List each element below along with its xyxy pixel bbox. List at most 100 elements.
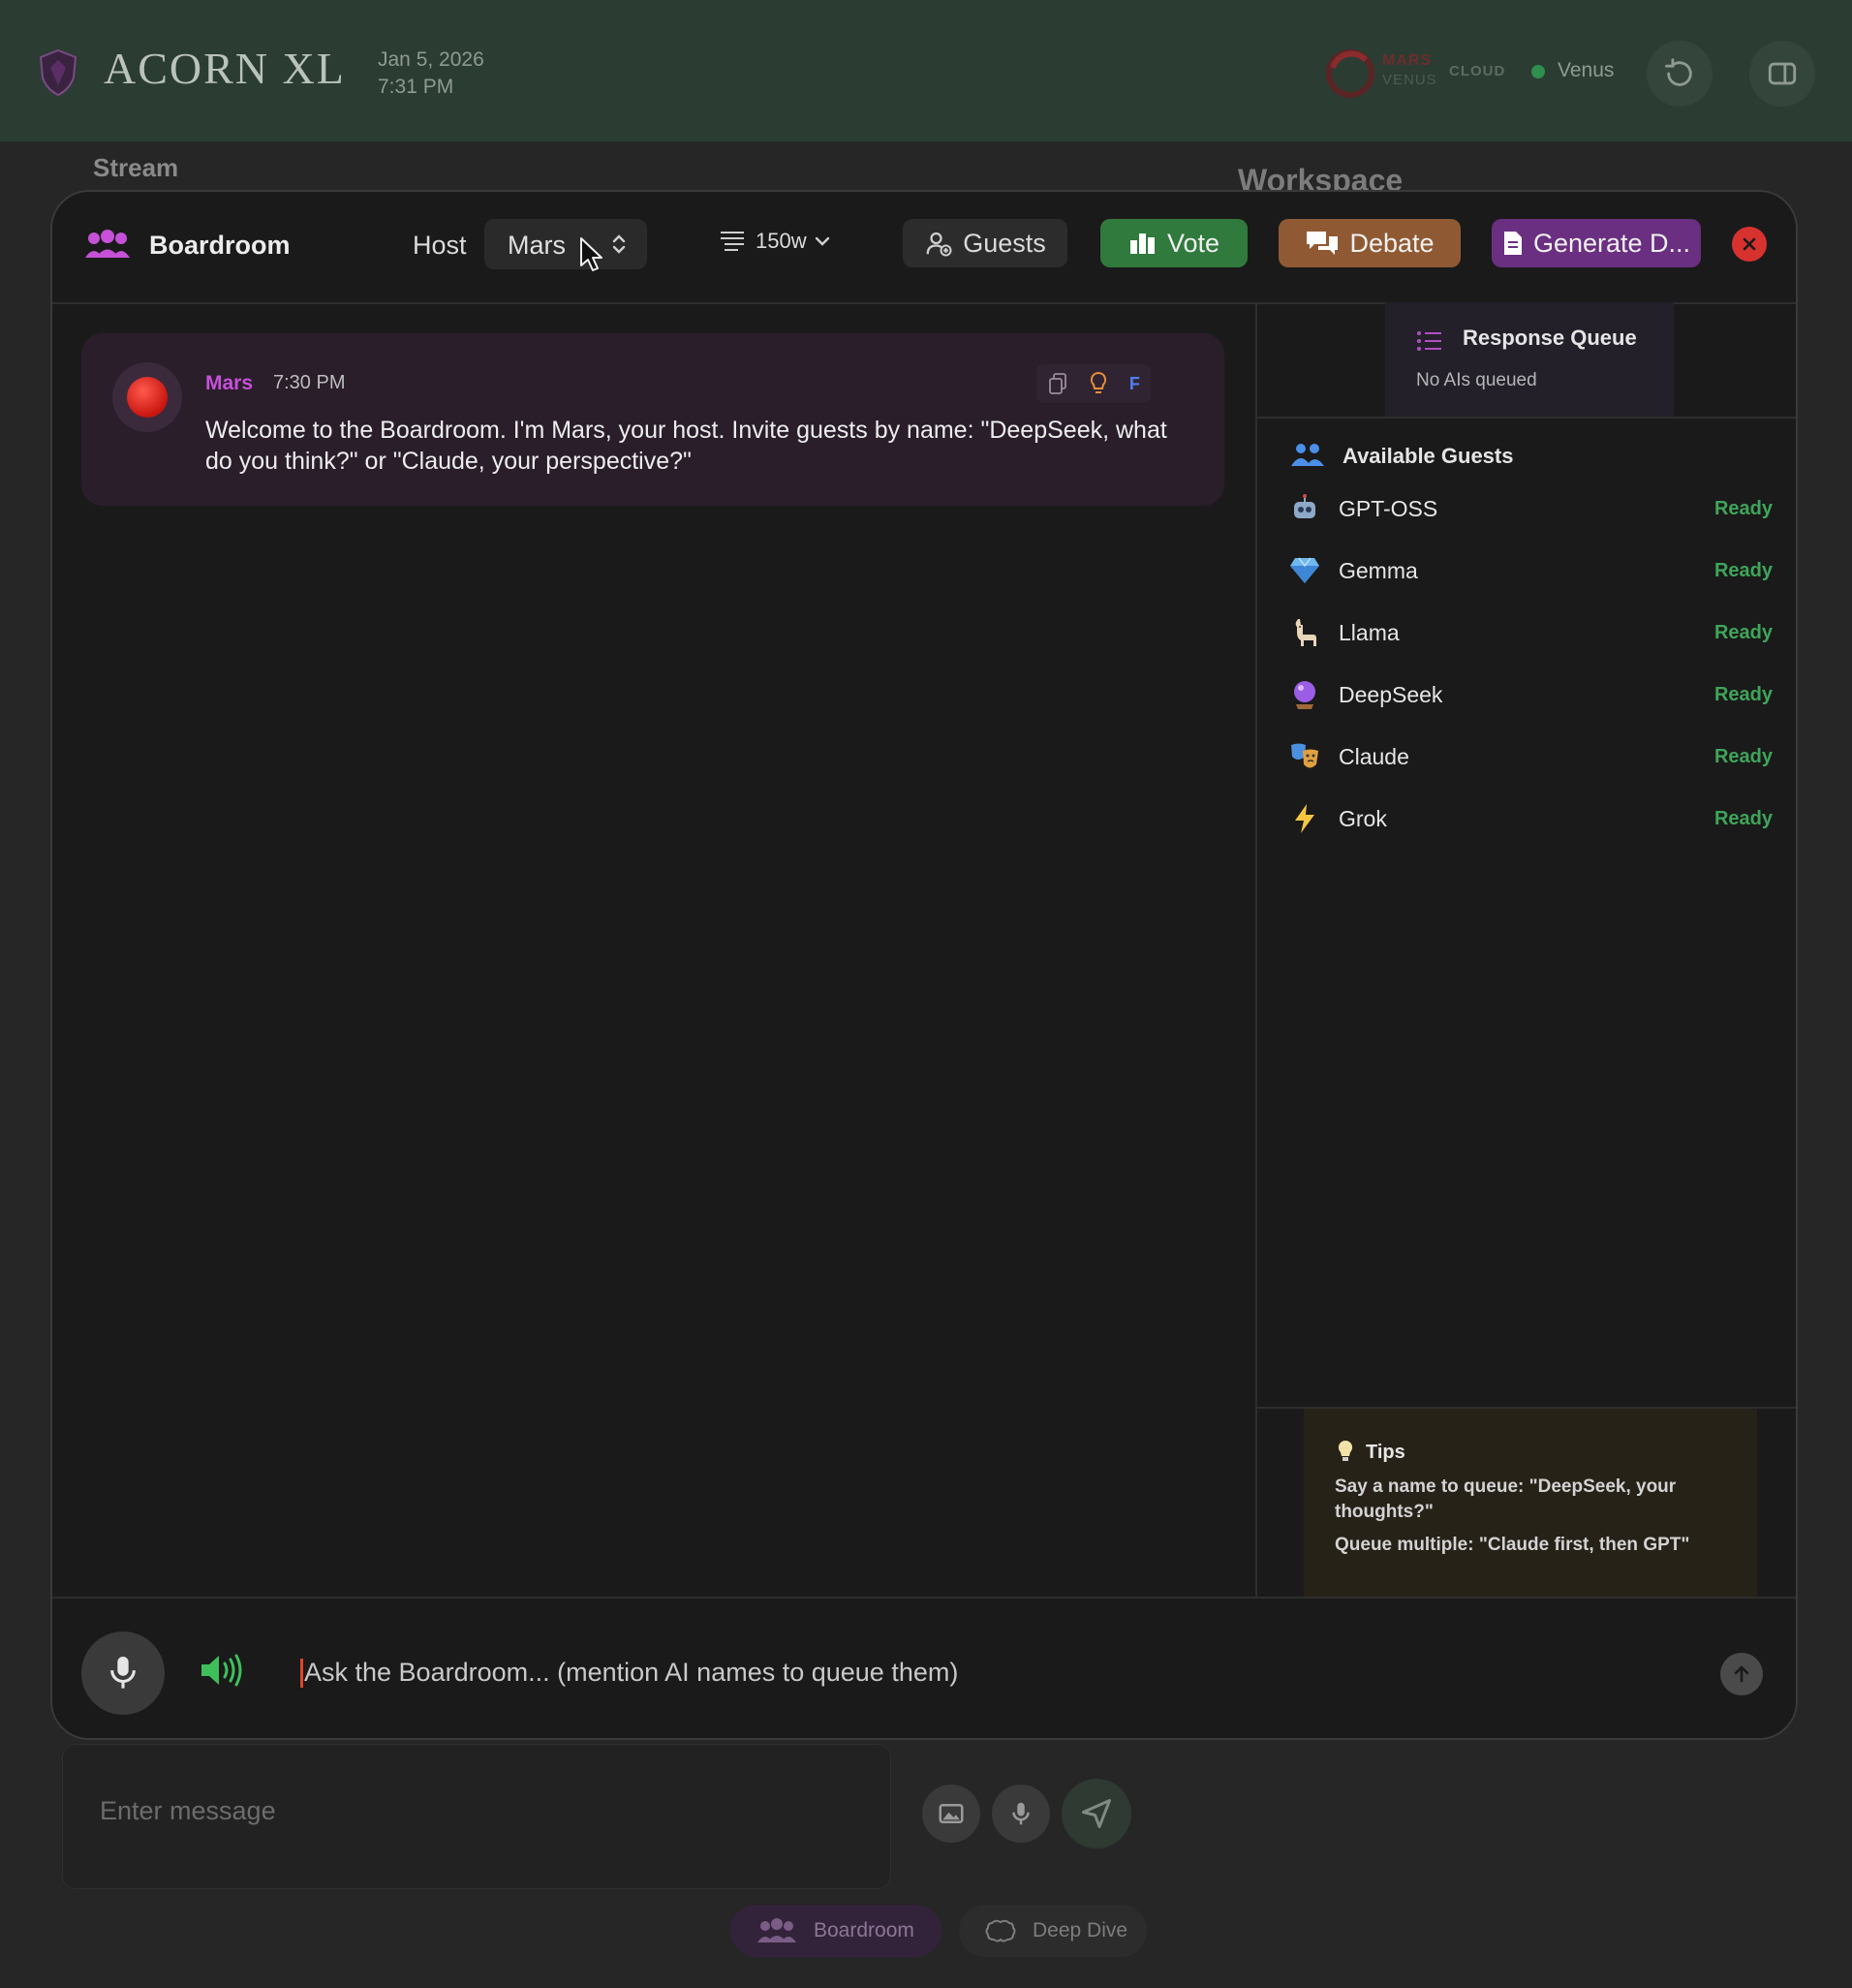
guest-item-grok[interactable]: Grok Ready	[1288, 800, 1773, 839]
guest-status: Ready	[1713, 560, 1773, 581]
time-label: 7:31 PM	[378, 76, 454, 98]
tips-line: Say a name to queue: "DeepSeek, your tho…	[1335, 1476, 1677, 1522]
generate-document-label: Generate D...	[1532, 228, 1691, 258]
guest-item-llama[interactable]: Llama Ready	[1288, 614, 1773, 653]
host-select-value: Mars	[508, 231, 566, 260]
chat-message: Mars 7:30 PM F Welcome to the Boardroom.…	[81, 333, 1224, 506]
host-select[interactable]: Mars	[484, 219, 647, 269]
send-icon	[1082, 1799, 1111, 1828]
bar-chart-icon	[1129, 233, 1155, 254]
response-length-value: 150w	[756, 229, 807, 253]
document-icon	[1503, 232, 1522, 255]
sidebar-icon	[1768, 62, 1797, 85]
side-panel: Response Queue No AIs queued Available G…	[1255, 302, 1796, 1597]
mode-boardroom-label: Boardroom	[814, 1919, 914, 1941]
refresh-button[interactable]	[1647, 41, 1713, 107]
tips-line: Queue multiple: "Claude first, then GPT"	[1335, 1535, 1690, 1555]
list-icon	[1417, 331, 1441, 351]
speaker-icon[interactable]	[200, 1653, 248, 1688]
cloud-mars-label: MARS	[1382, 52, 1433, 69]
debate-button-label: Debate	[1349, 228, 1435, 258]
tips-box: Tips Say a name to queue: "DeepSeek, you…	[1304, 1409, 1757, 1597]
guest-status: Ready	[1713, 746, 1773, 767]
generate-document-button[interactable]: Generate D...	[1492, 219, 1701, 267]
crystal-ball-icon	[1288, 678, 1321, 711]
image-icon	[939, 1804, 964, 1823]
boardroom-header: Boardroom Host Mars 150w Guests Vote Deb…	[52, 192, 1796, 304]
underlying-mic-button[interactable]	[992, 1785, 1050, 1843]
refresh-icon	[1665, 58, 1692, 86]
add-person-icon	[926, 232, 952, 257]
chevron-down-icon	[815, 236, 829, 246]
boardroom-input[interactable]	[302, 1649, 1662, 1695]
response-length-select[interactable]: 150w	[719, 229, 830, 254]
gem-icon	[1288, 554, 1321, 587]
message-text: Welcome to the Boardroom. I'm Mars, your…	[205, 417, 1167, 475]
boardroom-title: Boardroom	[149, 231, 291, 260]
theater-masks-icon	[1288, 740, 1321, 773]
people-icon	[1291, 444, 1324, 466]
divider	[1257, 417, 1796, 419]
copy-icon[interactable]	[1047, 372, 1068, 395]
sidebar-toggle-button[interactable]	[1749, 41, 1815, 107]
underlying-send-button[interactable]	[1062, 1779, 1131, 1848]
cloud-label: CLOUD	[1449, 63, 1506, 79]
guest-item-gemma[interactable]: Gemma Ready	[1288, 552, 1773, 591]
attach-image-button[interactable]	[922, 1785, 980, 1843]
mars-venus-cloud-icon[interactable]	[1323, 47, 1377, 101]
debate-button[interactable]: Debate	[1279, 219, 1461, 267]
llama-icon	[1288, 616, 1321, 649]
active-node-label[interactable]: Venus	[1558, 59, 1614, 82]
mode-boardroom-pill[interactable]: Boardroom	[730, 1905, 941, 1957]
guests-button-label: Guests	[963, 228, 1046, 258]
response-queue: Response Queue No AIs queued	[1385, 302, 1674, 417]
date-label: Jan 5, 2026	[378, 48, 484, 71]
mars-planet-icon	[127, 377, 168, 418]
guest-item-gpt-oss[interactable]: GPT-OSS Ready	[1288, 490, 1773, 529]
microphone-icon	[110, 1657, 136, 1689]
guest-item-claude[interactable]: Claude Ready	[1288, 738, 1773, 777]
app-title: ACORN XL	[104, 44, 346, 93]
tips-title: Tips	[1366, 1442, 1405, 1463]
brain-icon	[985, 1919, 1016, 1942]
people-icon	[757, 1918, 796, 1942]
microphone-button[interactable]	[81, 1631, 165, 1715]
message-time: 7:30 PM	[273, 372, 346, 393]
guest-status: Ready	[1713, 498, 1773, 519]
guest-name: Gemma	[1339, 558, 1418, 583]
stream-heading: Stream	[93, 153, 179, 182]
boardroom-input-bar	[52, 1597, 1796, 1738]
underlying-message-input[interactable]	[98, 1795, 780, 1827]
close-button[interactable]	[1732, 227, 1767, 262]
vote-button[interactable]: Vote	[1100, 219, 1248, 267]
lightning-icon	[1288, 802, 1321, 835]
updown-chevron-icon	[612, 234, 626, 254]
guests-button[interactable]: Guests	[903, 219, 1067, 267]
guest-name: GPT-OSS	[1339, 496, 1438, 521]
message-action-f[interactable]: F	[1129, 374, 1140, 394]
send-button[interactable]	[1720, 1653, 1763, 1695]
robot-icon	[1288, 492, 1321, 525]
shield-logo-icon	[39, 48, 77, 97]
guest-status: Ready	[1713, 808, 1773, 829]
response-queue-title: Response Queue	[1463, 326, 1637, 350]
available-guests-title: Available Guests	[1343, 444, 1514, 468]
message-author: Mars	[205, 372, 254, 394]
guest-item-deepseek[interactable]: DeepSeek Ready	[1288, 676, 1773, 715]
guest-name: DeepSeek	[1339, 682, 1443, 707]
vote-button-label: Vote	[1166, 228, 1220, 258]
text-length-icon	[721, 232, 744, 251]
cloud-venus-label: VENUS	[1382, 72, 1437, 88]
status-dot	[1531, 65, 1545, 78]
guest-status: Ready	[1713, 622, 1773, 643]
avatar	[112, 362, 182, 432]
mode-deep-dive-label: Deep Dive	[1033, 1919, 1128, 1941]
date-time: Jan 5, 2026 7:31 PM	[378, 47, 484, 101]
mouse-cursor-icon	[580, 237, 602, 271]
mode-deep-dive-pill[interactable]: Deep Dive	[959, 1905, 1147, 1957]
underlying-message-box	[62, 1744, 891, 1889]
host-label: Host	[413, 231, 467, 260]
lightbulb-icon[interactable]	[1090, 371, 1107, 396]
message-actions: F	[1036, 364, 1151, 403]
microphone-icon	[1012, 1802, 1030, 1825]
